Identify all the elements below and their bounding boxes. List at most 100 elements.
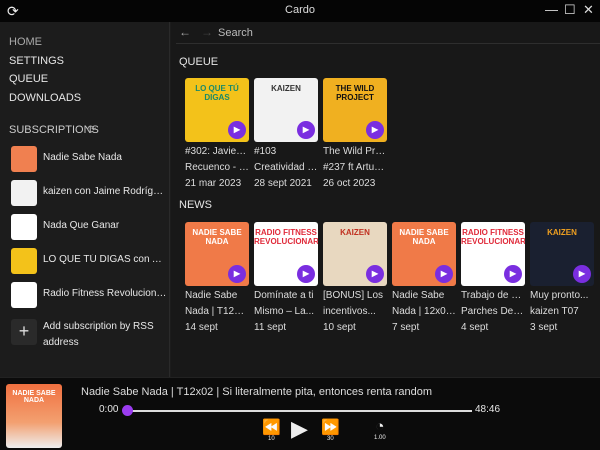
refresh-icon[interactable]: ⟳ — [87, 123, 96, 136]
subscription-name: Radio Fitness Revolucionario — [43, 288, 168, 299]
episode-title: #302: Javier G. — [185, 146, 249, 157]
speed-button[interactable]: ◔ 1.00 — [374, 418, 386, 441]
episode-date: 14 sept — [185, 322, 218, 333]
episode-card[interactable]: KAIZEN ▶ Muy pronto... kaizen T07 3 sept — [530, 222, 594, 336]
episode-card[interactable]: RADIO FITNESS REVOLUCIONARIO ▶ Trabajo de… — [461, 222, 525, 336]
episode-artwork: RADIO FITNESS REVOLUCIONARIO ▶ — [461, 222, 525, 286]
episode-card[interactable]: KAIZEN ▶ #103 Creatividad (I):... 28 sept 2… — [254, 78, 318, 192]
subscription-name: Nada Que Ganar — [43, 220, 120, 231]
play-icon[interactable]: ▶ — [435, 265, 453, 283]
episode-artwork: KAIZEN ▶ — [254, 78, 318, 142]
episode-title: The Wild Project — [323, 146, 387, 157]
play-icon[interactable]: ▶ — [297, 121, 315, 139]
episode-date: 26 oct 2023 — [323, 178, 376, 189]
episode-date: 21 mar 2023 — [185, 178, 242, 189]
episode-title-cont: #237 ft Arturo... — [323, 162, 387, 173]
episode-card[interactable]: NADIE SABE NADA ▶ Nadie Sabe Nada | 12x01 … — [392, 222, 456, 336]
subscription-name: kaizen con Jaime Rodríguez de Santiago — [43, 186, 168, 197]
artwork-text: KAIZEN — [547, 228, 577, 237]
play-icon: ▶ — [291, 416, 308, 441]
rewind-seconds: 10 — [268, 436, 275, 442]
play-icon[interactable]: ▶ — [504, 265, 522, 283]
artwork-text: KAIZEN — [271, 84, 301, 93]
maximize-button[interactable]: ☐ — [564, 2, 576, 18]
episode-title: Trabajo de Core, — [461, 290, 525, 301]
subscriptions-heading: SUBSCRIPTIONS — [9, 124, 99, 136]
episode-date: 28 sept 2021 — [254, 178, 312, 189]
minimize-button[interactable]: — — [545, 2, 558, 17]
episode-card[interactable]: THE WILD PROJECT ▶ The Wild Project #237 f… — [323, 78, 387, 192]
episode-title-cont: Parches Detox,... — [461, 306, 525, 317]
episode-title: #103 — [254, 146, 277, 157]
elapsed-time: 0:00 — [99, 404, 119, 415]
forward-arrow-icon[interactable]: → — [201, 25, 213, 39]
episode-title-cont: Nada | 12x01 |... — [392, 306, 456, 317]
play-icon[interactable]: ▶ — [573, 265, 591, 283]
search-bar: ← → Search — [176, 22, 600, 44]
queue-heading: QUEUE — [179, 56, 219, 68]
subscription-item[interactable]: LO QUE TÚ DIGAS con Alex Fidalgo — [11, 248, 168, 274]
play-icon[interactable]: ▶ — [228, 265, 246, 283]
title-bar: ⟳ Cardo — ☐ ✕ — [0, 0, 600, 22]
news-heading: NEWS — [179, 199, 212, 211]
play-icon[interactable]: ▶ — [366, 121, 384, 139]
subscription-item[interactable]: Nadie Sabe Nada — [11, 146, 166, 172]
subscription-name: LO QUE TÚ DIGAS con Alex Fidalgo — [43, 254, 168, 265]
nav-queue[interactable]: QUEUE — [9, 73, 48, 85]
episode-artwork: RADIO FITNESS REVOLUCIONARIO ▶ — [254, 222, 318, 286]
rewind-button[interactable]: ⏪ 10 — [262, 418, 281, 442]
episode-card[interactable]: NADIE SABE NADA ▶ Nadie Sabe Nada | T12x02… — [185, 222, 249, 336]
episode-date: 4 sept — [461, 322, 489, 333]
forward-seconds: 30 — [327, 436, 334, 442]
subscription-artwork — [11, 248, 37, 274]
now-playing-title: Nadie Sabe Nada | T12x02 | Si literalmen… — [81, 386, 432, 398]
artwork-text: RADIO FITNESS REVOLUCIONARIO — [254, 228, 318, 246]
episode-artwork: NADIE SABE NADA ▶ — [392, 222, 456, 286]
episode-card[interactable]: KAIZEN ▶ [BONUS] Los incentivos... 10 sept — [323, 222, 387, 336]
artwork-text: RADIO FITNESS REVOLUCIONARIO — [461, 228, 525, 246]
episode-title-cont: Mismo – La... — [254, 306, 315, 317]
subscription-artwork — [11, 214, 37, 240]
artwork-text: NADIE SABE NADA — [192, 228, 242, 246]
progress-handle[interactable] — [122, 405, 133, 416]
rewind-icon: ⏪ — [262, 419, 281, 436]
progress-slider[interactable] — [126, 410, 472, 412]
duration: 48:46 — [475, 404, 501, 415]
episode-title: Muy pronto... — [530, 290, 589, 301]
episode-card[interactable]: LO QUE TÚ DIGAS ▶ #302: Javier G. Recuenco… — [185, 78, 249, 192]
subscription-artwork — [11, 282, 37, 308]
play-icon[interactable]: ▶ — [366, 265, 384, 283]
subscription-item[interactable]: Nada Que Ganar — [11, 214, 166, 240]
episode-title-cont: Creatividad (I):... — [254, 162, 318, 173]
artwork-text: LO QUE TÚ DIGAS — [195, 84, 239, 102]
play-icon[interactable]: ▶ — [228, 121, 246, 139]
episode-title: Nadie Sabe — [185, 290, 238, 301]
main-content: ← → Search QUEUE LO QUE TÚ DIGAS ▶ #302: … — [171, 22, 600, 377]
episode-date: 3 sept — [530, 322, 558, 333]
episode-artwork: NADIE SABE NADA ▶ — [185, 222, 249, 286]
close-button[interactable]: ✕ — [583, 2, 594, 18]
forward-button[interactable]: ⏩ 30 — [321, 418, 340, 442]
episode-title: [BONUS] Los — [323, 290, 384, 301]
subscription-item[interactable]: Radio Fitness Revolucionario — [11, 282, 168, 308]
subscription-name: Nadie Sabe Nada — [43, 152, 122, 163]
episode-title-cont: kaizen T07 — [530, 306, 579, 317]
artwork-text: KAIZEN — [340, 228, 370, 237]
subscription-item[interactable]: kaizen con Jaime Rodríguez de Santiago — [11, 180, 168, 206]
window-title: Cardo — [285, 4, 315, 16]
forward-icon: ⏩ — [321, 419, 340, 436]
speed-value: 1.00 — [374, 435, 386, 441]
nav-downloads[interactable]: DOWNLOADS — [9, 92, 81, 104]
now-playing-artwork: NADIE SABE NADA — [6, 384, 62, 448]
artwork-text: THE WILD PROJECT — [335, 84, 375, 102]
back-arrow-icon[interactable]: ← — [179, 25, 191, 39]
nav-home[interactable]: HOME — [9, 36, 42, 48]
episode-card[interactable]: RADIO FITNESS REVOLUCIONARIO ▶ Domínate a… — [254, 222, 318, 336]
episode-title-cont: Nada | T12x02 ... — [185, 306, 249, 317]
play-icon[interactable]: ▶ — [297, 265, 315, 283]
add-subscription-button[interactable]: + Add subscription by RSS address — [11, 319, 166, 348]
nav-settings[interactable]: SETTINGS — [9, 55, 64, 67]
episode-title-cont: incentivos... — [323, 306, 376, 317]
play-button[interactable]: ▶ — [291, 416, 308, 442]
search-input[interactable]: Search — [218, 27, 253, 39]
